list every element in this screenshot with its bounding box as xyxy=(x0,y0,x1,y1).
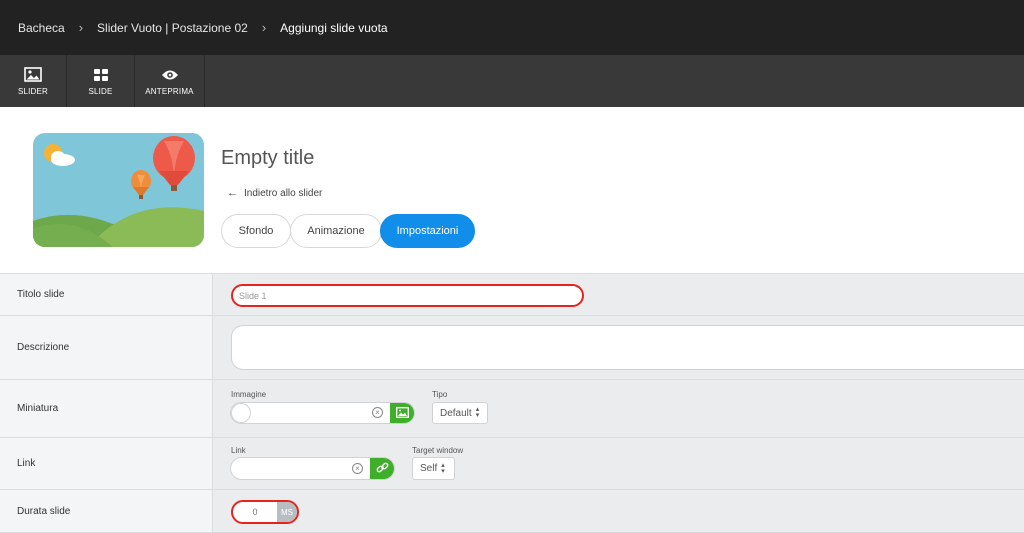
back-link-label: Indietro allo slider xyxy=(244,187,323,199)
eye-icon xyxy=(161,67,179,83)
image-preview-circle xyxy=(231,403,251,423)
image-sublabel: Immagine xyxy=(231,390,267,399)
breadcrumb: Bacheca › Slider Vuoto | Postazione 02 ›… xyxy=(0,0,1024,55)
field-label: Miniatura xyxy=(0,380,213,437)
slide-title-input[interactable]: Slide 1 xyxy=(231,284,584,307)
field-label: Titolo slide xyxy=(0,274,213,315)
toolbar-label: SLIDE xyxy=(88,86,113,96)
chevron-right-icon: › xyxy=(78,20,84,35)
settings-form: Titolo slide Slide 1 Descrizione Miniatu… xyxy=(0,273,1024,533)
tab-group: Sfondo Animazione Impostazioni xyxy=(221,214,475,248)
image-icon xyxy=(395,406,409,420)
page-title: Empty title xyxy=(221,147,315,169)
duration-value: 0 xyxy=(252,507,258,517)
field-label: Link xyxy=(0,438,213,489)
target-sublabel: Target window xyxy=(412,446,464,455)
form-row-link: Link Link × Target window Self ▴ ▾ xyxy=(0,438,1024,490)
field-area: Link × Target window Self ▴ ▾ xyxy=(213,438,1024,489)
form-row-descrizione: Descrizione xyxy=(0,316,1024,380)
description-textarea[interactable] xyxy=(231,325,1024,370)
thumbnail-image-input[interactable]: × xyxy=(230,402,415,424)
type-value: Default xyxy=(440,407,472,419)
breadcrumb-bacheca[interactable]: Bacheca xyxy=(18,21,65,35)
duration-unit: MS xyxy=(277,502,297,522)
clear-icon[interactable]: × xyxy=(372,407,383,418)
toolbar: SLIDER SLIDE ANTEPRIMA xyxy=(0,55,1024,107)
field-area: 0 MS xyxy=(213,490,1024,532)
arrow-left-icon: ← xyxy=(227,187,238,199)
tab-sfondo[interactable]: Sfondo xyxy=(221,214,291,248)
link-input[interactable]: × xyxy=(230,457,395,480)
link-icon xyxy=(376,461,389,476)
updown-icon: ▴ ▾ xyxy=(475,406,480,419)
back-to-slider-link[interactable]: ← Indietro allo slider xyxy=(227,187,322,199)
grid-icon xyxy=(93,67,109,83)
field-area xyxy=(213,316,1024,379)
link-button[interactable] xyxy=(370,458,394,479)
image-icon xyxy=(24,67,42,83)
field-label: Durata slide xyxy=(0,490,213,532)
field-area: Slide 1 xyxy=(213,274,1024,315)
choose-image-button[interactable] xyxy=(390,403,414,423)
slide-header: Empty title ← Indietro allo slider Sfond… xyxy=(0,107,1024,273)
clear-icon[interactable]: × xyxy=(352,463,363,474)
target-value: Self xyxy=(420,463,438,474)
field-label: Descrizione xyxy=(0,316,213,379)
chevron-right-icon: › xyxy=(261,20,267,35)
form-row-titolo: Titolo slide Slide 1 xyxy=(0,274,1024,316)
duration-input[interactable]: 0 MS xyxy=(231,500,299,524)
link-sublabel: Link xyxy=(231,446,246,455)
target-window-select[interactable]: Self ▴ ▾ xyxy=(412,457,455,480)
toolbar-slide-button[interactable]: SLIDE xyxy=(67,55,135,107)
toolbar-label: SLIDER xyxy=(17,86,49,96)
toolbar-slider-button[interactable]: SLIDER xyxy=(0,55,67,107)
tab-impostazioni[interactable]: Impostazioni xyxy=(380,214,475,248)
field-area: Immagine × Tipo Default ▴ ▾ xyxy=(213,380,1024,437)
toolbar-label: ANTEPRIMA xyxy=(145,86,194,96)
slide-thumbnail xyxy=(33,133,204,247)
toolbar-anteprima-button[interactable]: ANTEPRIMA xyxy=(135,55,205,107)
breadcrumb-slider[interactable]: Slider Vuoto | Postazione 02 xyxy=(97,21,248,35)
type-sublabel: Tipo xyxy=(432,390,448,399)
tab-animazione[interactable]: Animazione xyxy=(290,214,382,248)
thumbnail-type-select[interactable]: Default ▴ ▾ xyxy=(432,402,488,424)
form-row-durata: Durata slide 0 MS xyxy=(0,490,1024,533)
breadcrumb-current: Aggiungi slide vuota xyxy=(280,20,388,35)
form-row-miniatura: Miniatura Immagine × Tipo Default ▴ ▾ xyxy=(0,380,1024,438)
updown-icon: ▴ ▾ xyxy=(441,461,445,475)
